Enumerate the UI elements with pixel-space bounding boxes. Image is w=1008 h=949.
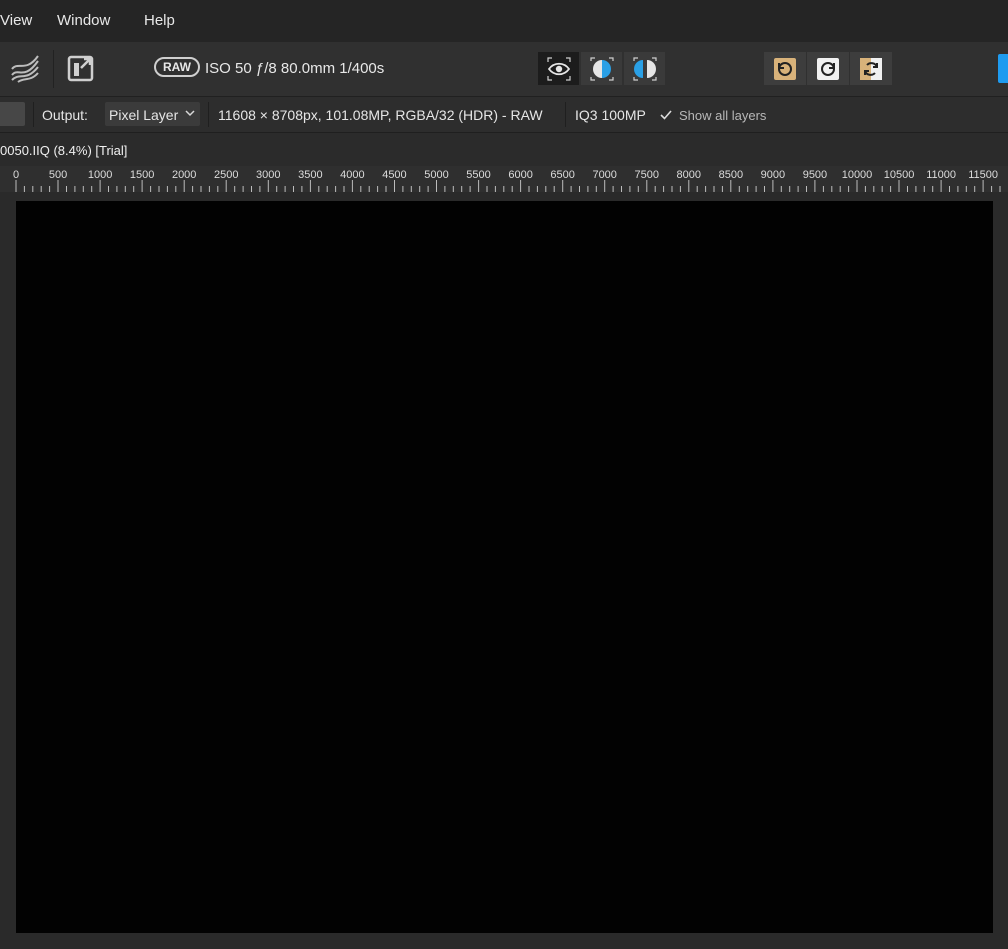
- ruler-label: 3000: [256, 169, 281, 181]
- horizontal-ruler: 0 500 1000 1500 2000 2500 3000 3500 4000 4500 5000…: [0, 166, 1008, 192]
- flip-button[interactable]: [850, 52, 892, 85]
- context-divider: [33, 102, 34, 127]
- output-dropdown-value: Pixel Layer: [109, 107, 179, 123]
- document-tab-bar: 0050.IIQ (8.4%) [Trial]: [0, 133, 1008, 166]
- context-toolbar: Output: Pixel Layer 11608 × 8708px, 101.…: [0, 97, 1008, 133]
- ruler-label: 2000: [171, 169, 197, 181]
- ruler-label: 4500: [382, 169, 407, 181]
- view-mode-mirror-button[interactable]: [624, 52, 665, 85]
- ruler-label: 9000: [760, 169, 786, 181]
- export-icon[interactable]: [67, 54, 95, 87]
- ruler-label: 0: [12, 169, 20, 181]
- ruler-label: 6500: [550, 169, 575, 181]
- ruler-label: 4000: [340, 169, 365, 181]
- output-dropdown[interactable]: Pixel Layer: [105, 102, 200, 126]
- ruler-label: 1000: [87, 169, 113, 181]
- rotate-left-button[interactable]: [764, 52, 806, 85]
- ruler-label: 11500: [968, 169, 999, 181]
- context-stub-button[interactable]: [0, 102, 25, 126]
- accent-button[interactable]: [998, 54, 1008, 83]
- menu-window[interactable]: Window: [57, 12, 110, 29]
- exif-info: ISO 50 ƒ/8 80.0mm 1/400s: [205, 60, 385, 77]
- context-divider: [565, 102, 566, 127]
- image-info: 11608 × 8708px, 101.08MP, RGBA/32 (HDR) …: [218, 107, 543, 123]
- camera-model: IQ3 100MP: [575, 107, 646, 123]
- view-mode-eye-button[interactable]: [538, 52, 579, 85]
- ruler-label: 6000: [508, 169, 533, 181]
- output-label: Output:: [42, 107, 88, 123]
- ruler-label: 5500: [466, 169, 491, 181]
- canvas-area[interactable]: [0, 192, 1008, 949]
- ruler-label: 2500: [214, 169, 239, 181]
- rotate-right-button[interactable]: [807, 52, 849, 85]
- ruler-label: 7000: [592, 169, 617, 181]
- eye-icon: [547, 57, 571, 81]
- ruler-label: 7500: [634, 169, 659, 181]
- rotate-left-icon: [774, 58, 796, 80]
- checkmark-icon: [660, 110, 672, 120]
- flip-vertical-icon: [860, 58, 882, 80]
- menu-bar: View Window Help: [0, 0, 1008, 43]
- chevron-down-icon: [185, 110, 195, 117]
- ruler-label: 5000: [424, 169, 449, 181]
- context-divider: [208, 102, 209, 127]
- raw-badge: RAW: [154, 57, 200, 77]
- menu-view[interactable]: View: [0, 12, 32, 29]
- ruler-label: 10500: [883, 169, 915, 181]
- show-all-layers-checkbox[interactable]: [660, 108, 672, 126]
- split-view-icon: [590, 57, 614, 81]
- ruler-label: 500: [48, 169, 68, 181]
- toolbar: RAW ISO 50 ƒ/8 80.0mm 1/400s: [0, 42, 1008, 97]
- document-tab[interactable]: 0050.IIQ (8.4%) [Trial]: [0, 143, 127, 158]
- ruler-label: 9500: [802, 169, 828, 181]
- menu-help[interactable]: Help: [144, 12, 175, 29]
- view-mode-split-button[interactable]: [581, 52, 622, 85]
- ruler-label: 11000: [926, 169, 956, 181]
- ruler-label: 8000: [676, 169, 702, 181]
- tone-curve-icon[interactable]: [10, 55, 40, 88]
- toolbar-divider: [53, 50, 54, 88]
- mirrored-split-view-icon: [633, 57, 657, 81]
- show-all-layers-label[interactable]: Show all layers: [679, 108, 766, 123]
- ruler-label: 1500: [129, 169, 155, 181]
- rotate-right-icon: [817, 58, 839, 80]
- ruler-label: 8500: [718, 169, 744, 181]
- ruler-label: 3500: [298, 169, 323, 181]
- image-canvas[interactable]: [16, 201, 993, 933]
- ruler-label: 10000: [841, 169, 873, 181]
